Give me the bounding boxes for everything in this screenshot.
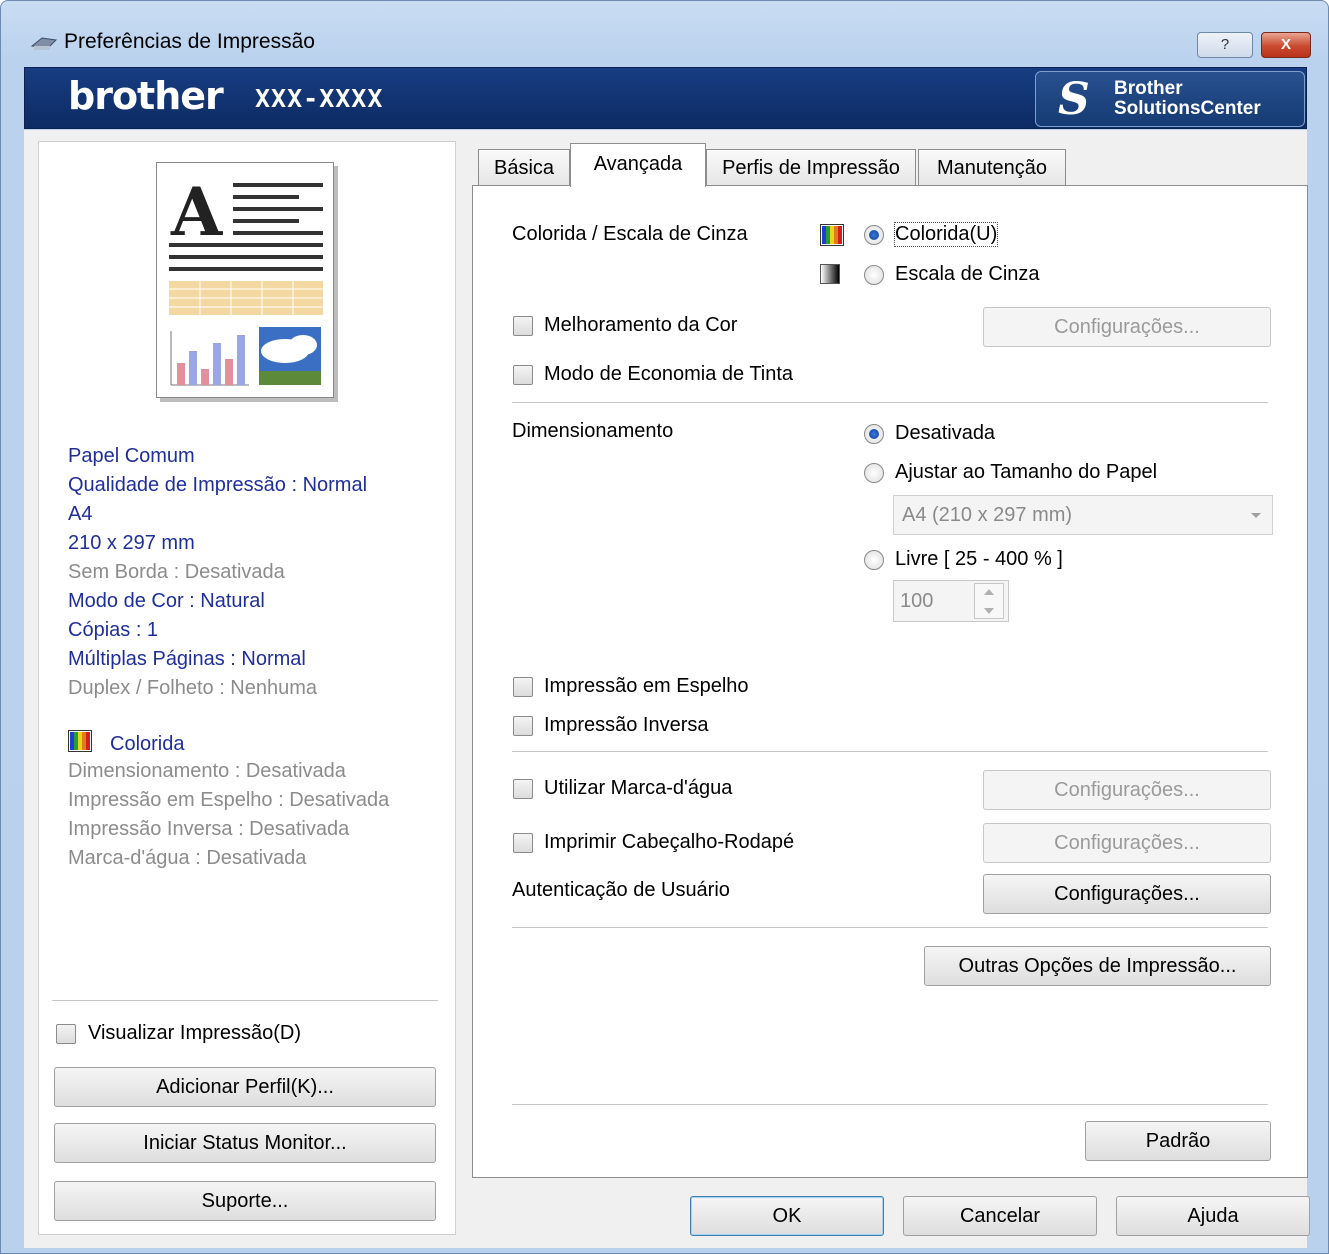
other-print-options-button[interactable]: Outras Opções de Impressão...	[924, 946, 1271, 986]
scaling-off-label[interactable]: Desativada	[895, 422, 995, 445]
document-preview-icon: A	[169, 173, 323, 386]
ok-button[interactable]: OK	[690, 1196, 884, 1236]
color-option-label[interactable]: Colorida(U)	[893, 222, 999, 247]
support-button[interactable]: Suporte...	[54, 1181, 436, 1221]
summary-item: Duplex / Folheto : Nenhuma	[68, 677, 318, 699]
tab-advanced[interactable]: Avançada	[570, 143, 706, 187]
solutions-logo-icon: S	[1058, 74, 1090, 125]
default-button[interactable]: Padrão	[1085, 1121, 1271, 1161]
color-radio[interactable]	[864, 225, 884, 245]
color-palette-icon	[68, 730, 92, 752]
tab-basic[interactable]: Básica	[478, 149, 570, 185]
summary-item: Modo de Cor : Natural	[68, 590, 265, 612]
header-footer-settings-button[interactable]: Configurações...	[983, 823, 1271, 863]
ink-save-checkbox[interactable]	[513, 365, 533, 385]
printer-icon	[30, 37, 58, 50]
help-button[interactable]: Ajuda	[1116, 1196, 1310, 1236]
summary-color-label: Colorida	[110, 733, 185, 755]
settings-summary-list-2: Dimensionamento : Desativada Impressão e…	[68, 757, 389, 873]
summary-item: A4	[68, 503, 93, 525]
divider	[52, 1000, 438, 1001]
solutions-center-button[interactable]: S Brother SolutionsCenter	[1035, 71, 1305, 127]
color-enhancement-label[interactable]: Melhoramento da Cor	[544, 314, 737, 337]
print-preview-thumbnail: A	[156, 162, 334, 398]
reverse-print-checkbox[interactable]	[513, 716, 533, 736]
chevron-down-icon	[1251, 513, 1261, 518]
summary-item: Cópias : 1	[68, 619, 159, 641]
summary-item: Dimensionamento : Desativada	[68, 760, 346, 782]
divider	[512, 927, 1268, 928]
watermark-label[interactable]: Utilizar Marca-d'água	[544, 777, 732, 800]
divider	[512, 1104, 1268, 1105]
fit-to-paper-radio[interactable]	[864, 463, 884, 483]
mirror-print-checkbox[interactable]	[513, 677, 533, 697]
paper-size-select[interactable]: A4 (210 x 297 mm)	[893, 495, 1273, 535]
close-button[interactable]: X	[1261, 32, 1311, 58]
title-bar: Preferências de Impressão ? X	[0, 0, 1329, 66]
summary-item: Qualidade de Impressão : Normal	[68, 474, 368, 496]
settings-summary-list: Papel Comum Qualidade de Impressão : Nor…	[68, 442, 367, 703]
cancel-button[interactable]: Cancelar	[903, 1196, 1097, 1236]
summary-item: Papel Comum	[68, 445, 195, 467]
brand-banner: brother XXX-XXXX S Brother SolutionsCent…	[24, 67, 1307, 129]
add-profile-button[interactable]: Adicionar Perfil(K)...	[54, 1067, 436, 1107]
color-enhancement-checkbox[interactable]	[513, 316, 533, 336]
chevron-down-icon	[984, 608, 994, 614]
model-name: XXX-XXXX	[255, 84, 384, 113]
grayscale-icon	[820, 264, 840, 284]
free-scaling-label[interactable]: Livre [ 25 - 400 % ]	[895, 548, 1063, 571]
scaling-percent-stepper[interactable]: 100	[893, 580, 1009, 622]
ink-save-label[interactable]: Modo de Economia de Tinta	[544, 363, 793, 386]
spin-buttons[interactable]	[974, 583, 1004, 619]
reverse-print-label[interactable]: Impressão Inversa	[544, 714, 709, 737]
summary-item: 210 x 297 mm	[68, 532, 195, 554]
mirror-print-label[interactable]: Impressão em Espelho	[544, 675, 749, 698]
scaling-off-radio[interactable]	[864, 424, 884, 444]
print-preview-label: Visualizar Impressão(D)	[88, 1022, 302, 1044]
svg-text:A: A	[170, 173, 223, 251]
grayscale-option-label[interactable]: Escala de Cinza	[895, 263, 1040, 286]
color-enhancement-settings-button[interactable]: Configurações...	[983, 307, 1271, 347]
summary-item: Impressão Inversa : Desativada	[68, 818, 350, 840]
summary-item: Impressão em Espelho : Desativada	[68, 789, 390, 811]
tab-maintenance[interactable]: Manutenção	[918, 149, 1066, 185]
header-footer-label[interactable]: Imprimir Cabeçalho-Rodapé	[544, 831, 794, 854]
scaling-label: Dimensionamento	[512, 420, 674, 442]
solutions-label: Brother SolutionsCenter	[1114, 78, 1261, 119]
print-preview-checkbox[interactable]	[56, 1024, 76, 1044]
status-monitor-button[interactable]: Iniciar Status Monitor...	[54, 1123, 436, 1163]
help-title-button[interactable]: ?	[1197, 32, 1253, 58]
fit-to-paper-label[interactable]: Ajustar ao Tamanho do Papel	[895, 461, 1157, 484]
user-auth-settings-button[interactable]: Configurações...	[983, 874, 1271, 914]
summary-item: Sem Borda : Desativada	[68, 561, 285, 583]
divider	[512, 402, 1268, 403]
summary-item: Marca-d'água : Desativada	[68, 847, 307, 869]
brother-logo: brother	[68, 74, 224, 118]
window-title: Preferências de Impressão	[64, 30, 315, 53]
divider	[512, 751, 1268, 752]
user-auth-label: Autenticação de Usuário	[512, 879, 730, 901]
header-footer-checkbox[interactable]	[513, 833, 533, 853]
summary-item: Múltiplas Páginas : Normal	[68, 648, 306, 670]
watermark-checkbox[interactable]	[513, 779, 533, 799]
watermark-settings-button[interactable]: Configurações...	[983, 770, 1271, 810]
color-palette-icon	[820, 224, 844, 246]
tab-print-profiles[interactable]: Perfis de Impressão	[706, 149, 916, 185]
free-scaling-radio[interactable]	[864, 550, 884, 570]
color-grayscale-label: Colorida / Escala de Cinza	[512, 223, 748, 245]
chevron-up-icon	[984, 589, 994, 595]
grayscale-radio[interactable]	[864, 265, 884, 285]
